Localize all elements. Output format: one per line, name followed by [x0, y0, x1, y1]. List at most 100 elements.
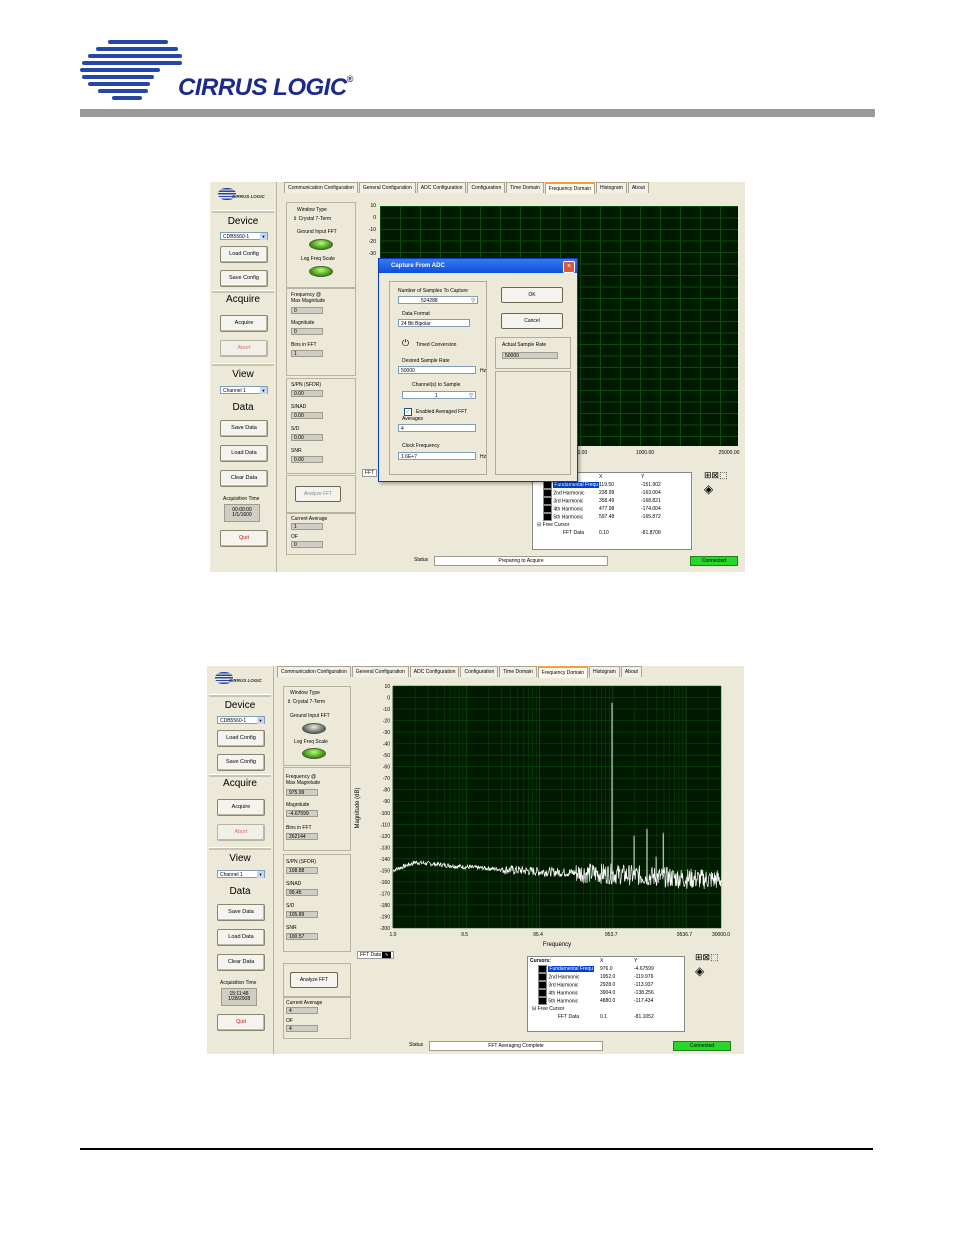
collapse-icon[interactable]: ⊟: [537, 522, 541, 528]
format-select[interactable]: 24 Bit Bipolar: [398, 319, 470, 327]
cursor-row[interactable]: 2nd Harmonic: [543, 489, 585, 497]
tab-histogram[interactable]: Histogram: [589, 666, 620, 677]
load-config-button[interactable]: Load Config: [220, 246, 268, 263]
clear-data-button[interactable]: Clear Data: [220, 470, 268, 487]
quit-button[interactable]: Quit: [217, 1014, 265, 1031]
fft-tab[interactable]: FFT: [362, 469, 378, 477]
tab-about[interactable]: About: [627, 182, 649, 193]
cursor-legend-swatch: [538, 997, 547, 1005]
fft-data-tab[interactable]: FFT Data ∿: [357, 951, 394, 959]
of-value: 0: [291, 541, 323, 548]
switch-icon[interactable]: ⏻: [402, 338, 409, 349]
cursor-row[interactable]: 4th Harmonic: [538, 989, 578, 997]
x-tick-label: 30000.0: [712, 932, 730, 938]
cursor-y-value: -113.937: [634, 982, 654, 988]
load-data-button[interactable]: Load Data: [217, 929, 265, 946]
trace-style-icon[interactable]: ∿: [382, 952, 391, 958]
cursor-row[interactable]: Fundamental Frequ: [538, 965, 595, 973]
load-config-button[interactable]: Load Config: [217, 730, 265, 747]
analyze-fft-button[interactable]: Analyze FFT: [290, 972, 338, 988]
load-data-button[interactable]: Load Data: [220, 445, 268, 462]
window-type-select[interactable]: ⇕ Crystal 7-Term: [287, 699, 325, 705]
cursor-row[interactable]: 5th Harmonic: [538, 997, 578, 1005]
tab-general[interactable]: General Configuration: [358, 182, 416, 193]
ok-button[interactable]: OK: [501, 287, 563, 303]
cursor-table[interactable]: X Y Fundamental Frequ 119.50 -151.902 2n…: [532, 472, 692, 550]
acquire-button[interactable]: Acquire: [220, 315, 268, 332]
pan-diamond-icon[interactable]: ◈: [704, 482, 713, 496]
log-freq-toggle[interactable]: [302, 748, 326, 759]
fft-data-x: 0.10: [599, 530, 609, 536]
abort-button[interactable]: Abort: [217, 824, 265, 841]
y-tick-label: -40: [383, 742, 390, 748]
tab-adc[interactable]: ADC Configuration: [409, 666, 460, 677]
averages-input[interactable]: 4: [398, 424, 476, 432]
free-cursor-row[interactable]: ⊟ Free Cursor: [537, 521, 569, 529]
cancel-button[interactable]: Cancel: [501, 313, 563, 329]
snr-label: SNR: [291, 448, 302, 454]
x-tick: 1000.00: [635, 450, 655, 456]
avg-fft-checkbox[interactable]: ✓: [404, 408, 412, 416]
tab-communication[interactable]: Communication Configuration: [284, 182, 358, 193]
view-select[interactable]: Channel 1 ▼: [217, 870, 265, 878]
y-tick-label: -150: [380, 868, 390, 874]
tab-communication[interactable]: Communication Configuration: [277, 666, 351, 677]
log-freq-toggle[interactable]: [309, 266, 333, 277]
save-config-button[interactable]: Save Config: [220, 270, 268, 287]
sinad-label: SINAD: [286, 881, 302, 887]
fft-chart[interactable]: 10 0 -10 -20 -30 -40 -50 -60 -70 -80 -90 -100 -110 -1…: [353, 678, 731, 950]
cursor-legend-swatch: [543, 489, 552, 497]
clock-input[interactable]: 1.6E+7: [398, 452, 476, 460]
app-logo: CIRRUS LOGIC: [218, 186, 270, 204]
tab-configuration[interactable]: Configuration: [460, 666, 499, 677]
cursor-row[interactable]: 2nd Harmonic: [538, 973, 580, 981]
samples-select[interactable]: 524288 ▽: [398, 296, 478, 304]
quit-button[interactable]: Quit: [220, 530, 268, 547]
ground-input-toggle[interactable]: [309, 239, 333, 250]
device-select[interactable]: CDB5560-1 ▼: [220, 232, 268, 240]
cursor-row[interactable]: Fundamental Frequ: [543, 481, 600, 489]
snr-value: 0.00: [291, 456, 323, 463]
free-cursor-row[interactable]: ⊟ Free Cursor: [532, 1005, 564, 1013]
actual-rate-value: 50000: [502, 352, 558, 359]
rate-input[interactable]: 50000: [398, 366, 476, 374]
tab-configuration[interactable]: Configuration: [467, 182, 506, 193]
zoom-tools-icon[interactable]: ⊞⊠⬚: [704, 470, 728, 481]
y-tick-label: -70: [383, 776, 390, 782]
cursor-row[interactable]: 3rd Harmonic: [543, 497, 583, 505]
tab-histogram[interactable]: Histogram: [596, 182, 627, 193]
tab-time-domain[interactable]: Time Domain: [499, 666, 537, 677]
window-type-select[interactable]: ⇕ Crystal 7-Term: [293, 216, 331, 222]
tab-frequency-domain[interactable]: Frequency Domain: [544, 182, 596, 194]
bins-value: 1: [291, 350, 323, 357]
save-data-button[interactable]: Save Data: [220, 420, 268, 437]
zoom-tools-icon[interactable]: ⊞⊠⬚: [695, 952, 719, 963]
abort-button[interactable]: Abort: [220, 340, 268, 357]
ground-input-toggle[interactable]: [302, 723, 326, 734]
tab-about[interactable]: About: [620, 666, 642, 677]
close-icon[interactable]: ×: [563, 261, 575, 273]
tab-frequency-domain[interactable]: Frequency Domain: [537, 666, 589, 678]
pan-diamond-icon[interactable]: ◈: [695, 964, 704, 978]
acquire-button[interactable]: Acquire: [217, 799, 265, 816]
cursor-y-value: -174.004: [641, 506, 661, 512]
view-select[interactable]: Channel 1 ▼: [220, 386, 268, 394]
device-select[interactable]: CDB5560-1 ▼: [217, 716, 265, 724]
analyze-fft-button[interactable]: Analyze FFT: [295, 486, 341, 502]
cursor-row[interactable]: 4th Harmonic: [543, 505, 583, 513]
save-data-button[interactable]: Save Data: [217, 904, 265, 921]
tab-adc[interactable]: ADC Configuration: [416, 182, 467, 193]
cursor-legend-swatch: [543, 505, 552, 513]
chevron-down-icon: ▼: [260, 387, 267, 394]
tab-general[interactable]: General Configuration: [351, 666, 409, 677]
status-label: Status: [414, 557, 429, 563]
cursor-row[interactable]: 3rd Harmonic: [538, 981, 578, 989]
collapse-icon[interactable]: ⊟: [532, 1006, 536, 1012]
log-freq-label: Log Freq Scale: [294, 739, 328, 745]
clear-data-button[interactable]: Clear Data: [217, 954, 265, 971]
cursor-row[interactable]: 5th Harmonic: [543, 513, 583, 521]
tab-time-domain[interactable]: Time Domain: [506, 182, 544, 193]
cursor-table[interactable]: Cursors: X Y Fundamental Frequ 976.0 -4.…: [527, 956, 685, 1032]
save-config-button[interactable]: Save Config: [217, 754, 265, 771]
channels-select[interactable]: 1 ▽: [402, 391, 476, 399]
